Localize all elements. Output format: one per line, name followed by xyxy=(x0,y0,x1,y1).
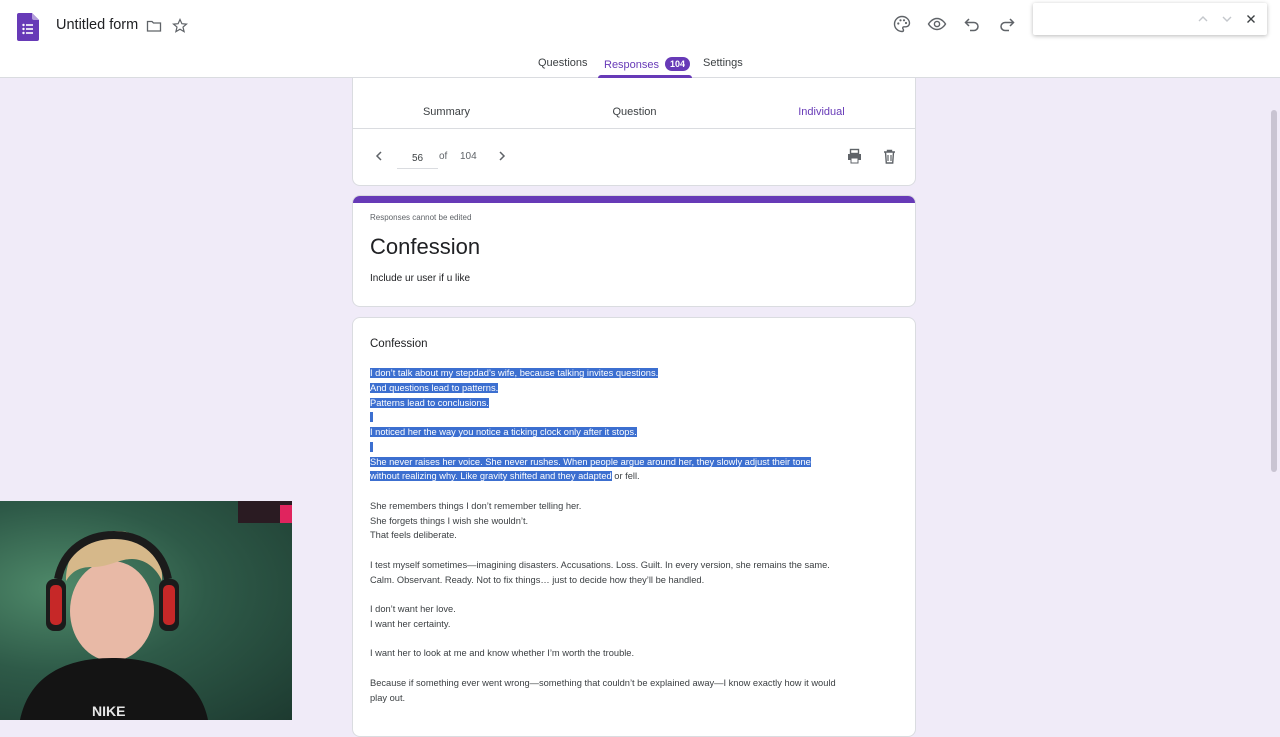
find-input[interactable] xyxy=(1039,8,1183,30)
answer-line-text: That feels deliberate. xyxy=(370,530,457,541)
answer-line: She never raises her voice. She never ru… xyxy=(370,455,900,470)
answer-line: That feels deliberate. xyxy=(370,528,900,543)
form-title-input[interactable]: Untitled form xyxy=(56,17,138,33)
page-scrollbar[interactable] xyxy=(1271,110,1277,472)
answer-line-text xyxy=(370,663,373,673)
undo-icon[interactable] xyxy=(962,14,982,34)
answer-line-text: Patterns lead to conclusions. xyxy=(370,397,489,408)
pager-total: 104 xyxy=(460,151,477,162)
answer-text[interactable]: I don’t talk about my stepdad’s wife, be… xyxy=(370,366,900,705)
folder-icon[interactable] xyxy=(146,18,162,34)
tab-responses-label: Responses xyxy=(604,59,660,71)
tab-questions-label: Questions xyxy=(538,57,588,69)
form-header-card: Responses cannot be edited Confession In… xyxy=(352,195,916,307)
response-pager: of 104 xyxy=(353,129,915,185)
answer-line: I want her to look at me and know whethe… xyxy=(370,646,900,661)
answer-line: I don’t talk about my stepdad’s wife, be… xyxy=(370,366,900,381)
responses-note: Responses cannot be edited xyxy=(370,213,472,222)
answer-line-text: I don’t want her love. xyxy=(370,604,456,614)
question-title: Confession xyxy=(370,338,428,350)
answer-line xyxy=(370,484,900,499)
answer-line-text xyxy=(370,441,373,452)
answer-line xyxy=(370,410,900,425)
answer-line-text xyxy=(370,486,373,496)
answer-line xyxy=(370,440,900,455)
chevron-right-icon[interactable] xyxy=(495,149,509,163)
answer-line-text: She never raises her voice. She never ru… xyxy=(370,456,811,467)
answer-line-text: She forgets things I wish she wouldn’t. xyxy=(370,515,529,526)
subtab-summary[interactable]: Summary xyxy=(353,78,540,128)
close-icon[interactable] xyxy=(1244,12,1258,26)
answer-line: Calm. Observant. Ready. Not to fix thing… xyxy=(370,573,900,588)
star-icon[interactable] xyxy=(172,18,188,34)
answer-line: Patterns lead to conclusions. xyxy=(370,396,900,411)
answer-line-text: I noticed her the way you notice a ticki… xyxy=(370,427,637,437)
response-number-input[interactable] xyxy=(397,148,438,169)
shirt-logo-text: NIKE xyxy=(92,703,125,719)
question-response-card: Confession I don’t talk about my stepdad… xyxy=(352,317,916,737)
answer-line: I test myself sometimes—imagining disast… xyxy=(370,558,900,573)
chevron-left-icon[interactable] xyxy=(372,149,386,163)
chevron-down-icon[interactable] xyxy=(1220,12,1234,26)
answer-line-text: play out. xyxy=(370,692,406,703)
answer-line-tail: or fell. xyxy=(611,471,640,482)
answer-line-text: I test myself sometimes—imagining disast… xyxy=(370,559,830,570)
answer-line-text: I don’t talk about my stepdad’s wife, be… xyxy=(370,368,659,378)
subtab-individual[interactable]: Individual xyxy=(728,78,915,128)
redo-icon[interactable] xyxy=(997,14,1017,34)
answer-line-text: Calm. Observant. Ready. Not to fix thing… xyxy=(370,574,705,585)
answer-line-text xyxy=(370,634,373,644)
preview-eye-icon[interactable] xyxy=(927,14,947,34)
answer-line xyxy=(370,543,900,558)
answer-line-text: Because if something ever went wrong—som… xyxy=(370,677,836,688)
answer-line xyxy=(370,661,900,676)
responses-count-badge: 104 xyxy=(665,57,691,71)
chevron-up-icon[interactable] xyxy=(1196,12,1210,26)
form-heading: Confession xyxy=(370,234,481,259)
subtab-question[interactable]: Question xyxy=(541,78,728,128)
tab-questions[interactable]: Questions xyxy=(538,57,588,78)
response-view-tabs: Summary Question Individual xyxy=(353,78,915,129)
answer-line xyxy=(370,632,900,647)
answer-line: She remembers things I don’t remember te… xyxy=(370,499,900,514)
form-accent-stripe xyxy=(353,196,915,203)
print-icon[interactable] xyxy=(846,148,863,165)
answer-line-text: And questions lead to patterns. xyxy=(370,382,499,393)
answer-line-text: She remembers things I don’t remember te… xyxy=(370,500,582,511)
form-description: Include ur user if u like xyxy=(370,273,471,284)
answer-line: without realizing why. Like gravity shif… xyxy=(370,469,900,484)
answer-line-text: without realizing why. Like gravity shif… xyxy=(370,471,612,482)
answer-line-text xyxy=(370,412,373,423)
answer-line: play out. xyxy=(370,691,900,706)
answer-line-text xyxy=(370,545,373,555)
answer-line-text xyxy=(370,589,373,599)
webcam-person-image: NIKE xyxy=(20,501,292,720)
tab-settings-label: Settings xyxy=(703,57,743,69)
answer-line: Because if something ever went wrong—som… xyxy=(370,676,900,691)
answer-line: And questions lead to patterns. xyxy=(370,381,900,396)
tab-settings[interactable]: Settings xyxy=(703,57,743,78)
answer-line: I want her certainty. xyxy=(370,617,900,632)
find-bar xyxy=(1033,3,1267,35)
forms-logo-icon[interactable] xyxy=(17,13,39,41)
palette-icon[interactable] xyxy=(892,14,912,34)
answer-line-text: I want her to look at me and know whethe… xyxy=(370,648,635,659)
webcam-feed: NIKE xyxy=(0,501,292,720)
answer-line: She forgets things I wish she wouldn’t. xyxy=(370,514,900,529)
delete-icon[interactable] xyxy=(881,148,898,165)
answer-line: I don’t want her love. xyxy=(370,602,900,617)
answer-line xyxy=(370,587,900,602)
answer-line: I noticed her the way you notice a ticki… xyxy=(370,425,900,440)
answer-line-text: I want her certainty. xyxy=(370,618,451,629)
response-navigation-card: Summary Question Individual of 104 xyxy=(352,78,916,186)
pager-of-label: of xyxy=(439,151,448,162)
